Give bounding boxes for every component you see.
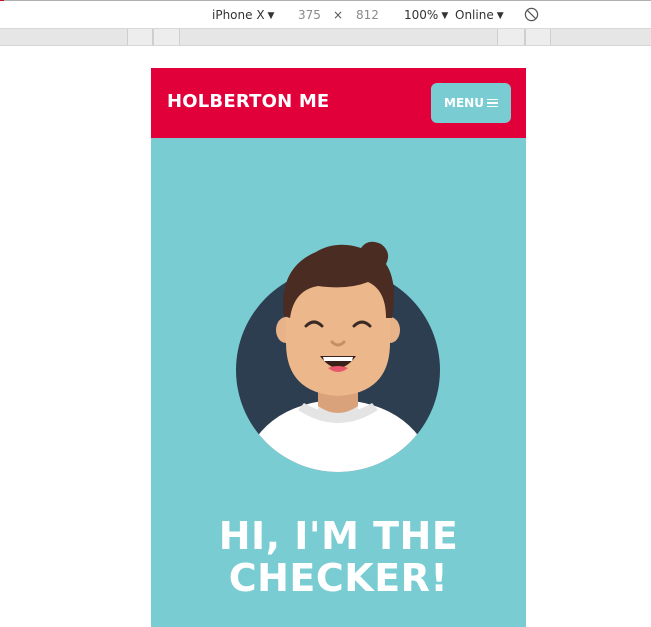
width-input[interactable]: 375	[298, 7, 321, 23]
ruler-segment[interactable]	[497, 29, 525, 45]
device-toolbar: iPhone X ▼ 375 × 812 100% ▼ Online ▼	[0, 1, 651, 29]
menu-label: MENU	[444, 96, 484, 110]
device-label: iPhone X	[212, 8, 265, 22]
hero-section: HI, I'M THE CHECKER!	[151, 138, 526, 627]
zoom-select[interactable]: 100% ▼	[404, 7, 448, 24]
zoom-label: 100%	[404, 8, 439, 22]
hamburger-icon	[486, 98, 498, 108]
dimension-separator: ×	[333, 8, 344, 22]
ruler-segment[interactable]	[153, 29, 180, 45]
avatar-illustration	[236, 241, 440, 472]
network-select[interactable]: Online ▼	[455, 7, 504, 24]
headline-line-1: HI, I'M THE	[218, 514, 459, 558]
network-label: Online	[455, 8, 494, 22]
height-input[interactable]: 812	[356, 7, 379, 23]
chevron-down-icon: ▼	[441, 11, 449, 21]
chevron-down-icon: ▼	[496, 11, 504, 21]
media-query-ruler[interactable]	[0, 29, 651, 46]
site-header: HOLBERTON ME MENU	[151, 68, 526, 138]
ruler-segment[interactable]	[525, 29, 551, 45]
menu-button[interactable]: MENU	[431, 83, 511, 123]
ruler-segment[interactable]	[127, 29, 153, 45]
chevron-down-icon: ▼	[267, 11, 275, 21]
device-select[interactable]: iPhone X ▼	[212, 7, 274, 24]
device-viewport: HOLBERTON ME MENU HI, I'M THE CHECKER!	[151, 68, 526, 627]
rotate-icon[interactable]	[524, 7, 539, 22]
hero-headline: HI, I'M THE CHECKER!	[151, 515, 526, 599]
headline-line-2: CHECKER!	[228, 556, 449, 600]
site-brand[interactable]: HOLBERTON ME	[167, 91, 329, 112]
